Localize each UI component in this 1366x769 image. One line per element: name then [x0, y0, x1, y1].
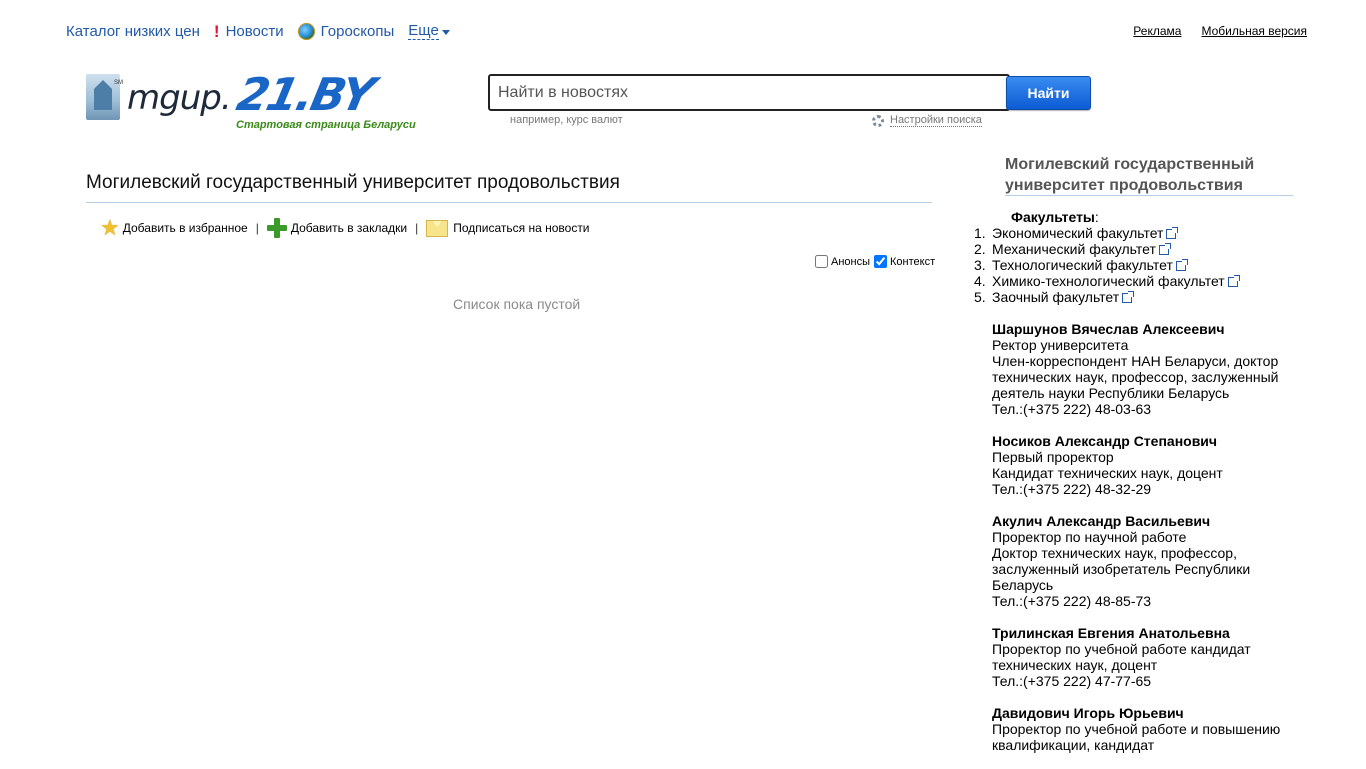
nav-horoscopes-link[interactable]: Гороскопы	[297, 22, 395, 40]
site-logo[interactable]: 21.BY	[232, 68, 377, 121]
title-divider	[86, 202, 932, 203]
faculty-link[interactable]: Технологический факультет	[992, 257, 1173, 273]
page-title: Могилевский государственный университет …	[86, 172, 620, 193]
mobile-version-link[interactable]: Мобильная версия	[1201, 24, 1307, 38]
faculty-item[interactable]: 1. Экономический факультет	[974, 225, 1238, 241]
staff-detail: Первый проректор	[992, 449, 1114, 465]
empty-list-message: Список пока пустой	[453, 296, 581, 312]
faculty-link[interactable]: Химико-технологический факультет	[992, 273, 1225, 289]
sidebar-divider	[1005, 195, 1293, 196]
staff-card: Трилинская Евгения Анатольевна Проректор …	[992, 625, 1282, 689]
staff-name: Трилинская Евгения Анатольевна	[992, 625, 1230, 641]
faculty-item[interactable]: 4. Химико-технологический факультет	[974, 273, 1240, 289]
faculty-number: 4.	[974, 273, 986, 289]
top-right-links: Реклама Мобильная версия	[1133, 24, 1307, 38]
external-link-icon[interactable]	[1166, 227, 1179, 239]
faculty-item[interactable]: 2. Механический факультет	[974, 241, 1238, 257]
staff-detail: Доктор технических наук, профессор, засл…	[992, 545, 1251, 593]
top-navigation: Каталог низких цен ! Новости Гороскопы Е…	[66, 21, 450, 41]
staff-detail: Проректор по учебной работе кандидат тех…	[992, 641, 1251, 673]
add-to-favorites-label: Добавить в избранное	[122, 221, 248, 235]
staff-name: Давидович Игорь Юрьевич	[992, 705, 1184, 721]
staff-detail: Тел.:(+375 222) 48-32-29	[992, 481, 1152, 497]
nav-more-label: Еще	[408, 21, 439, 40]
staff-detail: Ректор университета	[992, 337, 1129, 353]
ads-link[interactable]: Реклама	[1133, 24, 1181, 38]
faculties-list: 1. Экономический факультет 2. Механический …	[974, 225, 1240, 305]
action-separator: |	[255, 221, 259, 235]
context-label: Контекст	[890, 255, 936, 268]
external-link-icon[interactable]	[1227, 275, 1240, 287]
staff-card: Шаршунов Вячеслав Алексеевич Ректор униве…	[992, 321, 1282, 417]
faculty-number: 1.	[974, 225, 986, 241]
sidebar-title: Могилевский государственный университет …	[1005, 156, 1255, 194]
subscribe-news-label: Подписаться на новости	[453, 221, 590, 235]
exclamation-icon: !	[213, 21, 220, 41]
search-settings-link[interactable]: Настройки поиска	[872, 114, 982, 127]
site-tagline: Стартовая страница Беларуси	[236, 119, 416, 131]
external-link-icon[interactable]	[1122, 291, 1135, 303]
envelope-icon	[426, 219, 449, 237]
external-link-icon[interactable]	[1158, 243, 1171, 255]
staff-name: Шаршунов Вячеслав Алексеевич	[992, 321, 1225, 337]
staff-card: Давидович Игорь Юрьевич Проректор по учеб…	[992, 705, 1282, 753]
search-button[interactable]: Найти	[1006, 76, 1091, 110]
nav-more-dropdown[interactable]: Еще	[408, 21, 450, 40]
subscribe-news-button[interactable]: Подписаться на новости	[426, 219, 590, 237]
staff-name: Акулич Александр Васильевич	[992, 513, 1211, 529]
mgup-logo-text[interactable]: mgup.	[127, 78, 232, 118]
faculty-link[interactable]: Механический факультет	[992, 241, 1156, 257]
staff-detail: Проректор по учебной работе и повышению …	[992, 721, 1281, 753]
faculties-label: Факультеты	[1011, 209, 1095, 225]
zodiac-globe-icon	[297, 22, 315, 40]
staff-detail: Кандидат технических наук, доцент	[992, 465, 1223, 481]
staff-detail: Тел.:(+375 222) 48-03-63	[992, 401, 1152, 417]
gear-icon	[872, 114, 884, 127]
faculty-item[interactable]: 3. Технологический факультет	[974, 257, 1238, 273]
staff-card: Носиков Александр Степанович Первый проре…	[992, 433, 1282, 497]
nav-catalog-label: Каталог низких цен	[66, 22, 200, 40]
faculties-heading: Факультеты:	[1011, 209, 1099, 225]
nav-catalog-link[interactable]: Каталог низких цен	[66, 23, 200, 40]
faculty-link[interactable]: Заочный факультет	[992, 289, 1119, 305]
announcements-filter[interactable]: Анонсы	[815, 255, 870, 268]
nav-news-link[interactable]: ! Новости	[214, 23, 284, 40]
plus-icon	[266, 218, 287, 238]
staff-detail: Тел.:(+375 222) 47-77-65	[992, 673, 1152, 689]
staff-detail: Проректор по научной работе	[992, 529, 1187, 545]
staff-card: Акулич Александр Васильевич Проректор по …	[992, 513, 1282, 609]
nav-news-label: Новости	[225, 22, 284, 40]
chevron-down-icon	[441, 29, 450, 35]
context-filter[interactable]: Контекст	[874, 255, 935, 268]
news-filters: Анонсы Контекст	[811, 255, 935, 268]
announcements-label: Анонсы	[831, 255, 871, 268]
staff-list: Шаршунов Вячеслав Алексеевич Ректор униве…	[992, 321, 1282, 769]
action-separator: |	[415, 221, 419, 235]
nav-horoscopes-label: Гороскопы	[320, 22, 395, 40]
faculty-number: 5.	[974, 289, 986, 305]
add-to-favorites-button[interactable]: ★ Добавить в избранное	[100, 217, 248, 239]
staff-name: Носиков Александр Степанович	[992, 433, 1218, 449]
action-bar: ★ Добавить в избранное | Добавить в закл…	[100, 217, 590, 239]
faculty-link[interactable]: Экономический факультет	[992, 225, 1163, 241]
mgup-logo-icon[interactable]: SM	[86, 74, 123, 120]
external-link-icon[interactable]	[1175, 259, 1188, 271]
star-icon: ★	[100, 215, 120, 240]
faculty-item[interactable]: 5. Заочный факультет	[974, 289, 1238, 305]
faculty-number: 2.	[974, 241, 986, 257]
context-checkbox[interactable]	[874, 255, 888, 268]
search-input[interactable]	[488, 74, 1010, 111]
announcements-checkbox[interactable]	[815, 255, 828, 268]
add-to-bookmarks-label: Добавить в закладки	[290, 221, 408, 235]
add-to-bookmarks-button[interactable]: Добавить в закладки	[266, 218, 408, 238]
search-settings-label: Настройки поиска	[890, 114, 982, 127]
faculty-number: 3.	[974, 257, 986, 273]
staff-detail: Член-корреспондент НАН Беларуси, доктор …	[992, 353, 1279, 401]
search-hint: например, курс валют	[510, 114, 623, 126]
staff-detail: Тел.:(+375 222) 48-85-73	[992, 593, 1152, 609]
